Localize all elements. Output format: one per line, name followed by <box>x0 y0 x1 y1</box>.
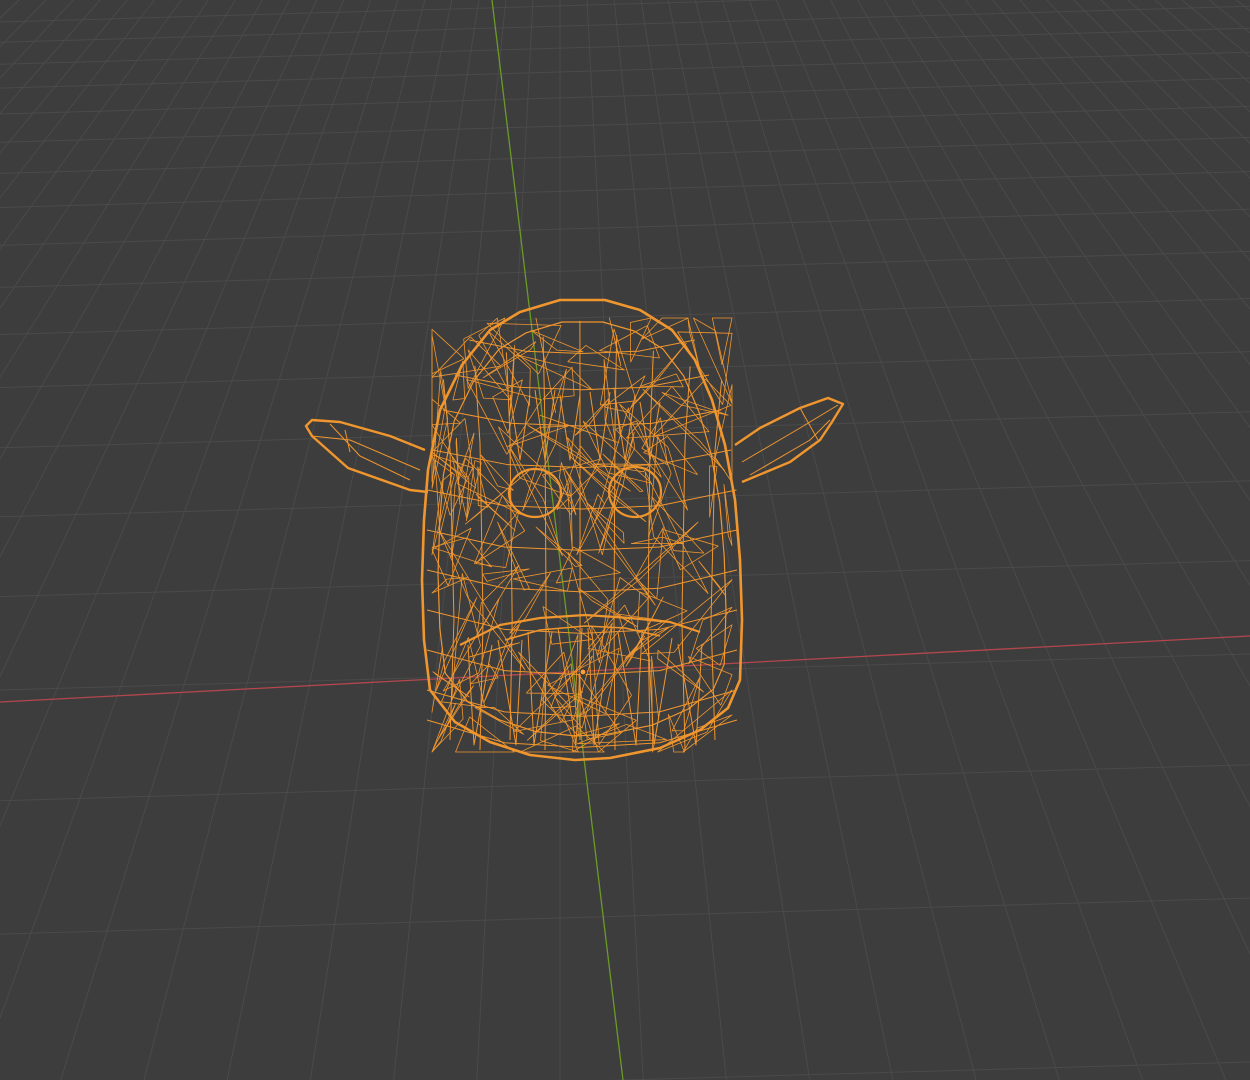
viewport-background <box>0 0 1250 1080</box>
3d-viewport[interactable] <box>0 0 1250 1080</box>
object-origin-point[interactable] <box>579 668 587 676</box>
viewport-canvas[interactable] <box>0 0 1250 1080</box>
